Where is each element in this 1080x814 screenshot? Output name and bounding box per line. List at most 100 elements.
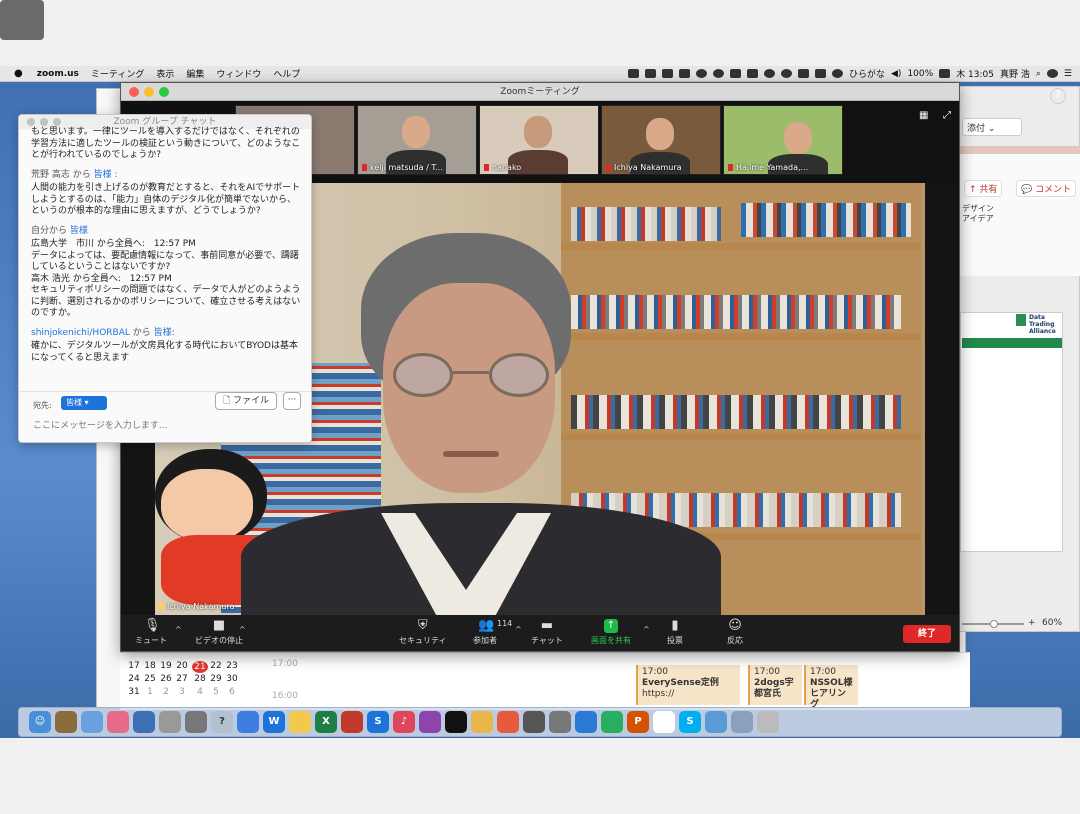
- cal-day[interactable]: 19: [158, 661, 174, 671]
- quicktime-icon[interactable]: [133, 711, 155, 733]
- calendar-event[interactable]: 17:00 EverySense定例 https://: [636, 665, 740, 705]
- input-method[interactable]: ひらがな: [849, 67, 885, 80]
- cal-day[interactable]: 18: [142, 661, 158, 671]
- phone-tray-icon[interactable]: [815, 69, 826, 78]
- chat-recipient[interactable]: 皆様: [70, 226, 88, 236]
- menu-user[interactable]: 真野 浩: [1000, 67, 1030, 80]
- more-options-button[interactable]: ···: [283, 392, 301, 410]
- cal-day[interactable]: 29: [208, 674, 224, 684]
- fullscreen-icon[interactable]: ⤢: [943, 111, 953, 121]
- calendar-event[interactable]: 17:00 2dogs宇 都宮氏: [748, 665, 802, 705]
- apple-menu-icon[interactable]: ●: [0, 68, 31, 79]
- participant-tile[interactable]: nanako: [479, 105, 599, 175]
- zoom-tray-icon[interactable]: [628, 69, 639, 78]
- cal-day[interactable]: 31: [126, 687, 142, 697]
- file-button[interactable]: 🗋 ファイル: [215, 392, 277, 410]
- word-icon[interactable]: W: [263, 711, 285, 733]
- menu-edit[interactable]: 編集: [180, 67, 210, 80]
- skype-icon[interactable]: S: [679, 711, 701, 733]
- siri-icon[interactable]: [1046, 69, 1058, 78]
- globe-icon[interactable]: [705, 711, 727, 733]
- safari-icon[interactable]: [575, 711, 597, 733]
- info-tray-icon[interactable]: [764, 69, 775, 78]
- chat-recipient[interactable]: 皆様: [154, 328, 172, 338]
- audio-options-chevron-icon[interactable]: ^: [175, 625, 182, 634]
- battery-icon[interactable]: [939, 69, 951, 78]
- stickies-icon[interactable]: [289, 711, 311, 733]
- design-idea-button[interactable]: デザイン アイデア: [962, 204, 994, 224]
- chrome-icon[interactable]: [497, 711, 519, 733]
- skype-app-icon[interactable]: S: [367, 711, 389, 733]
- zoom-slider[interactable]: + 60%: [962, 617, 1080, 631]
- calendar-icon[interactable]: [653, 711, 675, 733]
- cal-day[interactable]: 6: [224, 687, 240, 697]
- fullscreen-window-button[interactable]: [159, 87, 169, 97]
- menu-app[interactable]: zoom.us: [31, 69, 85, 79]
- zoom-plus-icon[interactable]: +: [1028, 618, 1036, 628]
- notes-app-icon[interactable]: [55, 711, 77, 733]
- search-icon[interactable]: ⌕: [1036, 69, 1041, 79]
- comment-button[interactable]: 💬 コメント: [1016, 180, 1077, 197]
- cal-day[interactable]: 30: [224, 674, 240, 684]
- participants-chevron-icon[interactable]: ^: [515, 625, 522, 634]
- timemachine-tray-icon[interactable]: [781, 69, 792, 78]
- excel-icon[interactable]: X: [315, 711, 337, 733]
- mute-button[interactable]: 🎙 ミュート: [135, 619, 167, 646]
- app-icon[interactable]: [185, 711, 207, 733]
- tv-icon[interactable]: [445, 711, 467, 733]
- attach-button[interactable]: 添付 ⌄: [962, 118, 1022, 136]
- acrobat-icon[interactable]: [341, 711, 363, 733]
- help-icon[interactable]: ?: [1050, 88, 1066, 104]
- powerpoint-icon[interactable]: P: [627, 711, 649, 733]
- cal-day[interactable]: 20: [174, 661, 190, 671]
- cal-day[interactable]: 28: [192, 674, 208, 684]
- chat-minimize-button[interactable]: [40, 118, 48, 126]
- cal-day[interactable]: 2: [158, 687, 174, 697]
- battery-level[interactable]: 100%: [907, 69, 933, 79]
- recipient-select[interactable]: 皆様 ▾: [61, 396, 107, 410]
- participant-tile[interactable]: Hajime Yamada,...: [723, 105, 843, 175]
- photos-icon[interactable]: [107, 711, 129, 733]
- cal-day[interactable]: 1: [142, 687, 158, 697]
- menu-meeting[interactable]: ミーティング: [85, 67, 150, 80]
- finder-icon[interactable]: ☺: [29, 711, 51, 733]
- chat-close-button[interactable]: [27, 118, 35, 126]
- downloads-icon[interactable]: [731, 711, 753, 733]
- music-icon[interactable]: ♪: [393, 711, 415, 733]
- window-tray-icon[interactable]: [730, 69, 741, 78]
- cal-day[interactable]: 17: [126, 661, 142, 671]
- prohibited-icon[interactable]: [159, 711, 181, 733]
- share-screen-button[interactable]: ↑ 画面を共有: [591, 619, 631, 646]
- cal-day[interactable]: 23: [224, 661, 240, 671]
- podcasts-icon[interactable]: [419, 711, 441, 733]
- wifi-icon[interactable]: [832, 69, 843, 78]
- dropbox-tray-icon[interactable]: [679, 69, 690, 78]
- participant-tile[interactable]: Ichiya Nakamura: [601, 105, 721, 175]
- trash-icon[interactable]: [757, 711, 779, 733]
- chat-zoom-button[interactable]: [53, 118, 61, 126]
- cal-day[interactable]: 5: [208, 687, 224, 697]
- airplay-tray-icon[interactable]: [798, 69, 809, 78]
- notification-center-icon[interactable]: ☰: [1064, 69, 1072, 79]
- maps-icon[interactable]: [601, 711, 623, 733]
- clock-tray-icon[interactable]: [713, 69, 724, 78]
- security-button[interactable]: ⛨ セキュリティ: [399, 619, 447, 646]
- v-tray-icon[interactable]: [645, 69, 656, 78]
- menu-help[interactable]: ヘルプ: [267, 67, 306, 80]
- end-meeting-button[interactable]: 終了: [903, 625, 951, 643]
- terminal-icon[interactable]: [523, 711, 545, 733]
- chat-button[interactable]: ▬ チャット: [531, 619, 563, 646]
- participant-tile[interactable]: keiji matsuda / T...: [357, 105, 477, 175]
- menu-view[interactable]: 表示: [150, 67, 180, 80]
- calendar-event[interactable]: 17:00 NSSOL様 ヒアリング: [804, 665, 858, 710]
- close-window-button[interactable]: [129, 87, 139, 97]
- cal-day-today[interactable]: 21: [192, 661, 208, 673]
- cal-day[interactable]: 25: [142, 674, 158, 684]
- menu-window[interactable]: ウィンドウ: [210, 67, 267, 80]
- slack-icon[interactable]: [471, 711, 493, 733]
- chat-message-input[interactable]: [33, 418, 293, 434]
- participants-button[interactable]: 👥 参加者: [473, 619, 497, 646]
- cal-day[interactable]: 26: [158, 674, 174, 684]
- system-preferences-icon[interactable]: [549, 711, 571, 733]
- help-app-icon[interactable]: ?: [211, 711, 233, 733]
